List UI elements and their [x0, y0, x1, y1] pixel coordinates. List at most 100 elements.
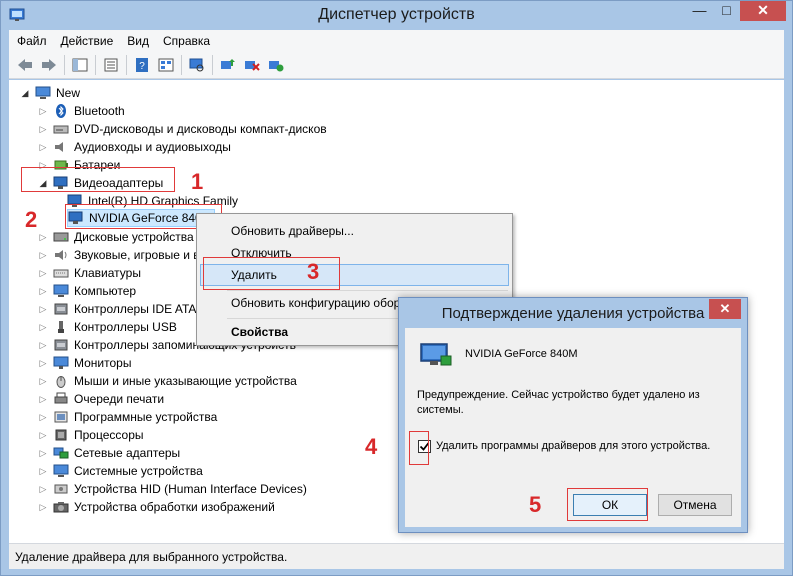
- collapse-arrow-icon[interactable]: ◢: [19, 88, 31, 99]
- minimize-button[interactable]: —: [686, 1, 713, 21]
- tree-item-hid[interactable]: ▷ Устройства HID (Human Interface Device…: [37, 480, 307, 498]
- tree-item-label: Процессоры: [74, 428, 144, 442]
- tree-item-keyboards[interactable]: ▷ Клавиатуры: [37, 264, 141, 282]
- tree-item-processors[interactable]: ▷ Процессоры: [37, 426, 144, 444]
- dialog-close-button[interactable]: ✕: [709, 299, 741, 319]
- tree-item-ide[interactable]: ▷ Контроллеры IDE ATA/: [37, 300, 200, 318]
- tree-item-label: Звуковые, игровые и в: [74, 248, 200, 262]
- dialog-device-name: NVIDIA GeForce 840M: [465, 348, 578, 360]
- annotation-number-1: 1: [191, 169, 204, 194]
- expand-arrow-icon[interactable]: ▷: [37, 358, 49, 369]
- show-hidden-button[interactable]: [156, 55, 176, 75]
- tree-item-imaging[interactable]: ▷ Устройства обработки изображений: [37, 498, 275, 516]
- tree-item-label: Аудиовходы и аудиовыходы: [74, 140, 231, 154]
- tree-item-label: Программные устройства: [74, 410, 218, 424]
- expand-arrow-icon[interactable]: ▷: [37, 394, 49, 405]
- expand-arrow-icon[interactable]: ▷: [37, 466, 49, 477]
- update-driver-button[interactable]: [218, 55, 238, 75]
- expand-arrow-icon[interactable]: ▷: [37, 322, 49, 333]
- toolbar-separator: [64, 54, 65, 75]
- tree-item-print-queues[interactable]: ▷ Очереди печати: [37, 390, 165, 408]
- tree-item-system-devices[interactable]: ▷ Системные устройства: [37, 462, 203, 480]
- tree-item-label: Дисковые устройства: [74, 230, 194, 244]
- expand-arrow-icon[interactable]: ▷: [37, 340, 49, 351]
- annotation-box-3: [203, 257, 340, 290]
- speaker-icon: [55, 142, 63, 152]
- menu-action[interactable]: Действие: [61, 34, 114, 48]
- tree-item-label: Сетевые адаптеры: [74, 446, 181, 460]
- help-button[interactable]: ?: [132, 55, 152, 75]
- computer-icon: [53, 284, 69, 297]
- annotation-number-4: 4: [365, 434, 378, 459]
- tree-root-label: New: [56, 86, 81, 100]
- tree-item-usb[interactable]: ▷ Контроллеры USB: [37, 318, 177, 336]
- tree-item-sound[interactable]: ▷ Звуковые, игровые и в: [37, 246, 200, 264]
- scan-hardware-button[interactable]: [187, 55, 207, 75]
- back-button[interactable]: [15, 55, 35, 75]
- tree-item-label: Мыши и иные указывающие устройства: [74, 374, 297, 388]
- tree-item-disk-drives[interactable]: ▷ Дисковые устройства: [37, 228, 194, 246]
- uninstall-device-button[interactable]: [242, 55, 262, 75]
- enable-device-button[interactable]: [266, 55, 286, 75]
- tree-item-monitors[interactable]: ▷ Мониторы: [37, 354, 132, 372]
- expand-arrow-icon[interactable]: ▷: [37, 502, 49, 513]
- view-icon: [158, 58, 174, 71]
- expand-arrow-icon[interactable]: ▷: [37, 106, 49, 117]
- dialog-warning-text: Предупреждение. Сейчас устройство будет …: [417, 389, 700, 416]
- disk-drive-icon: [53, 232, 69, 242]
- title-bar[interactable]: Диспетчер устройств — □ ✕: [1, 1, 792, 30]
- annotation-number-2: 2: [25, 207, 38, 232]
- menu-help[interactable]: Справка: [163, 34, 210, 48]
- tree-root[interactable]: ◢ New: [19, 84, 80, 102]
- menu-item-scan-hardware[interactable]: Обновить конфигурацию обор: [231, 296, 400, 310]
- cancel-button[interactable]: Отмена: [658, 494, 732, 516]
- close-button[interactable]: ✕: [740, 1, 786, 21]
- expand-arrow-icon[interactable]: ▷: [37, 484, 49, 495]
- tree-item-computer[interactable]: ▷ Компьютер: [37, 282, 137, 300]
- tree-item-bluetooth[interactable]: ▷ Bluetooth: [37, 102, 125, 120]
- expand-arrow-icon[interactable]: ▷: [37, 412, 49, 423]
- expand-arrow-icon[interactable]: ▷: [37, 142, 49, 153]
- tree-item-mice[interactable]: ▷ Мыши и иные указывающие устройства: [37, 372, 297, 390]
- expand-arrow-icon[interactable]: ▷: [37, 268, 49, 279]
- expand-arrow-icon[interactable]: ▷: [37, 250, 49, 261]
- expand-arrow-icon[interactable]: ▷: [37, 376, 49, 387]
- menu-item-properties[interactable]: Свойства: [231, 325, 288, 339]
- system-device-icon: [53, 464, 69, 477]
- tree-item-dvd[interactable]: ▷ DVD-дисководы и дисководы компакт-диск…: [37, 120, 327, 138]
- tree-item-label: DVD-дисководы и дисководы компакт-дисков: [74, 122, 327, 136]
- toolbar-separator: [95, 54, 96, 75]
- tree-item-label: Очереди печати: [74, 392, 165, 406]
- tree-item-label: Контроллеры IDE ATA/: [74, 302, 200, 316]
- menu-file[interactable]: Файл: [17, 34, 47, 48]
- expand-arrow-icon[interactable]: ▷: [37, 286, 49, 297]
- maximize-button[interactable]: □: [713, 1, 740, 21]
- status-bar: Удаление драйвера для выбранного устройс…: [9, 543, 784, 569]
- expand-arrow-icon[interactable]: ▷: [37, 304, 49, 315]
- tree-item-software-devices[interactable]: ▷ Программные устройства: [37, 408, 218, 426]
- speaker-icon: [55, 250, 67, 260]
- expand-arrow-icon[interactable]: ▷: [37, 232, 49, 243]
- annotation-box-4: [409, 431, 429, 465]
- delete-driver-checkbox-label[interactable]: Удалить программы драйверов для этого ус…: [436, 440, 710, 452]
- menu-view[interactable]: Вид: [127, 34, 149, 48]
- device-manager-window: Диспетчер устройств — □ ✕ Файл Действие …: [0, 0, 793, 576]
- tree-item-audio-io[interactable]: ▷ Аудиовходы и аудиовыходы: [37, 138, 231, 156]
- properties-button[interactable]: [101, 55, 121, 75]
- forward-button[interactable]: [39, 55, 59, 75]
- expand-arrow-icon[interactable]: ▷: [37, 430, 49, 441]
- up-level-button[interactable]: [70, 55, 90, 75]
- menu-item-update-driver[interactable]: Обновить драйверы...: [231, 224, 354, 238]
- computer-icon: [35, 86, 51, 99]
- expand-arrow-icon[interactable]: ▷: [37, 448, 49, 459]
- tree-item-network-adapters[interactable]: ▷ Сетевые адаптеры: [37, 444, 181, 462]
- bluetooth-icon: [56, 104, 66, 118]
- expand-arrow-icon[interactable]: ▷: [37, 124, 49, 135]
- controller-icon: [54, 339, 68, 351]
- annotation-number-5: 5: [529, 492, 542, 517]
- tree-item-label: Устройства HID (Human Interface Devices): [74, 482, 307, 496]
- network-adapter-icon: [53, 447, 69, 459]
- enable-device-icon: [269, 60, 284, 71]
- tree-item-label: Bluetooth: [74, 104, 125, 118]
- annotation-box-1: [21, 167, 175, 192]
